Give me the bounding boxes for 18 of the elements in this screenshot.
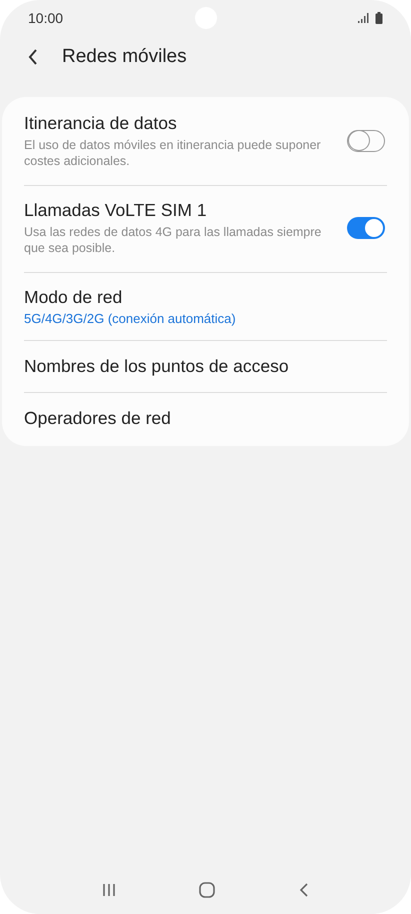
setting-title[interactable]: Nombres de los puntos de acceso [24, 356, 387, 377]
home-button[interactable] [199, 882, 216, 898]
setting-title[interactable]: Llamadas VoLTE SIM 1 [24, 200, 347, 221]
setting-title[interactable]: Modo de red [24, 287, 387, 308]
recent-apps-button[interactable] [102, 883, 116, 897]
setting-value: 5G/4G/3G/2G (conexión automática) [24, 311, 237, 326]
toggle-switch[interactable] [347, 217, 385, 239]
status-time: 10:00 [28, 10, 64, 26]
back-nav-button[interactable] [299, 882, 310, 898]
signal-icon [358, 13, 369, 23]
toggle-switch[interactable] [347, 130, 385, 152]
chevron-icon [28, 49, 38, 65]
setting-title[interactable]: Itinerancia de datos [24, 113, 347, 134]
setting-summary: Usa las redes de datos 4G para las llamadas siempre que sea posible. [24, 224, 322, 256]
battery-icon [375, 12, 383, 24]
setting-summary: El uso de datos móviles en itinerancia puede suponer costes adicionales. [24, 137, 322, 169]
setting-title[interactable]: Operadores de red [24, 408, 387, 429]
page-title: Redes móviles [62, 46, 187, 68]
